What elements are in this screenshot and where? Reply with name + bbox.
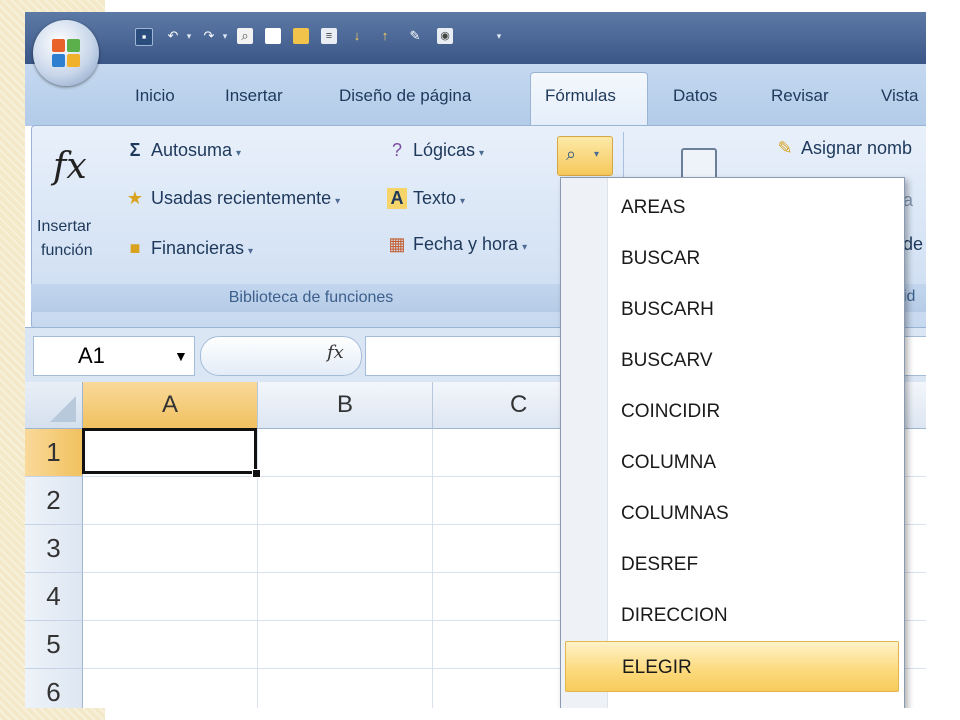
financial-functions-icon: ■ — [129, 238, 141, 258]
name-box[interactable]: A1 ▼ — [33, 336, 195, 376]
menu-item-columna[interactable]: COLUMNA — [607, 437, 904, 488]
chevron-down-icon[interactable]: ▾ — [221, 28, 229, 44]
name-box-value: A1 — [78, 343, 105, 368]
row-header-4[interactable]: 4 — [25, 573, 83, 621]
logical-functions-label: Lógicas — [413, 140, 476, 160]
form-icon[interactable]: ≡ — [321, 28, 337, 44]
insert-function-label-line1: Insertar — [37, 218, 92, 235]
print-preview-icon[interactable]: ⌕ — [237, 28, 253, 44]
row-header-1[interactable]: 1 — [25, 429, 83, 477]
logical-functions-icon: ? — [391, 140, 402, 160]
fx-icon: fx — [53, 146, 87, 187]
camera-icon[interactable]: ◉ — [437, 28, 453, 44]
autosum-label: Autosuma — [151, 140, 233, 160]
row-header-6[interactable]: 6 — [25, 669, 83, 708]
chevron-down-icon: ▾ — [236, 148, 242, 159]
row-header-5[interactable]: 5 — [25, 621, 83, 669]
recent-functions-icon: ★ — [126, 188, 144, 208]
chevron-down-icon: ▾ — [460, 196, 466, 207]
chevron-down-icon[interactable]: ▼ — [174, 337, 188, 375]
redo-icon[interactable]: ↷ — [201, 28, 217, 44]
chevron-down-icon: ▾ — [594, 149, 600, 160]
function-library-group-label: Biblioteca de funciones — [31, 284, 591, 312]
menu-icon-gutter — [561, 178, 608, 708]
menu-item-coincidir[interactable]: COINCIDIR — [607, 386, 904, 437]
open-folder-icon[interactable] — [293, 28, 309, 44]
datetime-functions-icon: ▦ — [388, 234, 406, 254]
lookup-reference-button[interactable]: ⌕ ▾ — [557, 136, 613, 176]
chevron-down-icon: ▾ — [248, 246, 254, 257]
row-header-3[interactable]: 3 — [25, 525, 83, 573]
fill-handle[interactable] — [252, 469, 261, 478]
sort-descending-icon[interactable]: ↑ — [377, 28, 393, 44]
save-icon[interactable]: ▪ — [135, 28, 153, 46]
fx-icon[interactable]: fx — [327, 342, 344, 363]
select-all-button[interactable] — [25, 382, 83, 429]
define-name-label: Asignar nomb — [801, 138, 913, 158]
menu-item-buscar[interactable]: BUSCAR — [607, 233, 904, 284]
slide-margin-right — [926, 0, 960, 720]
menu-item-buscarh[interactable]: BUSCARH — [607, 284, 904, 335]
financial-functions-label: Financieras — [151, 238, 245, 258]
tab-datos[interactable]: Datos — [673, 86, 717, 106]
undo-icon[interactable]: ↶ — [165, 28, 181, 44]
tab-inicio[interactable]: Inicio — [135, 86, 175, 106]
logical-functions-button[interactable]: ? Lógicas ▾ — [387, 140, 484, 161]
financial-functions-button[interactable]: ■ Financieras ▾ — [125, 238, 254, 259]
partial-ribbon-text: de — [903, 234, 924, 254]
lookup-reference-icon: ⌕ — [566, 144, 577, 164]
ribbon-tabs: Inicio Insertar Diseño de página Fórmula… — [25, 64, 926, 129]
menu-item-buscarv[interactable]: BUSCARV — [607, 335, 904, 386]
new-document-icon[interactable] — [265, 28, 281, 44]
menu-item-areas[interactable]: AREAS — [607, 182, 904, 233]
tab-vista[interactable]: Vista — [881, 86, 919, 106]
chevron-down-icon: ▾ — [479, 148, 485, 159]
column-header-c-label: C — [510, 391, 528, 418]
column-header-a[interactable]: A — [83, 382, 258, 429]
datetime-functions-button[interactable]: ▦ Fecha y hora ▾ — [387, 234, 527, 255]
grid-line — [432, 429, 433, 708]
active-cell-a1[interactable] — [82, 428, 257, 474]
spelling-icon[interactable]: ✎ — [407, 28, 423, 44]
insert-function-label-line2: función — [41, 242, 93, 259]
define-name-icon: ✎ — [777, 138, 793, 158]
excel-window: ▪ ↶ ▾ ↷ ▾ ⌕ ≡ ↓ ↑ ✎ ◉ ▾ Inicio Insertar … — [25, 12, 926, 708]
office-button[interactable] — [33, 20, 99, 86]
insert-function-button[interactable]: fx Insertar función — [33, 142, 113, 282]
chevron-down-icon[interactable]: ▾ — [185, 28, 193, 44]
chevron-down-icon: ▾ — [335, 196, 341, 207]
row-header-2[interactable]: 2 — [25, 477, 83, 525]
datetime-functions-label: Fecha y hora — [413, 234, 519, 254]
title-bar: ▪ ↶ ▾ ↷ ▾ ⌕ ≡ ↓ ↑ ✎ ◉ ▾ — [25, 12, 926, 64]
menu-item-desref[interactable]: DESREF — [607, 539, 904, 590]
tab-diseno-pagina[interactable]: Diseño de página — [339, 86, 471, 106]
autosum-button[interactable]: Σ Autosuma ▾ — [125, 140, 241, 161]
recent-functions-label: Usadas recientemente — [151, 188, 332, 208]
recent-functions-button[interactable]: ★ Usadas recientemente ▾ — [125, 188, 340, 209]
tab-revisar[interactable]: Revisar — [771, 86, 829, 106]
menu-item-columnas[interactable]: COLUMNAS — [607, 488, 904, 539]
text-functions-label: Texto — [413, 188, 457, 208]
tab-formulas[interactable]: Fórmulas — [545, 86, 616, 106]
customize-toolbar-icon[interactable]: ▾ — [495, 28, 503, 44]
chevron-down-icon: ▾ — [522, 242, 528, 253]
tab-insertar[interactable]: Insertar — [225, 86, 283, 106]
menu-item-elegir[interactable]: ELEGIR — [565, 641, 899, 692]
text-functions-icon: A — [387, 188, 407, 209]
name-manager-icon[interactable] — [681, 148, 717, 180]
lookup-functions-menu: AREAS BUSCAR BUSCARH BUSCARV COINCIDIR C… — [560, 177, 905, 708]
text-functions-button[interactable]: A Texto ▾ — [387, 188, 465, 209]
sigma-icon: Σ — [129, 140, 141, 160]
menu-item-direccion[interactable]: DIRECCION — [607, 590, 904, 641]
sort-ascending-icon[interactable]: ↓ — [349, 28, 365, 44]
office-logo-icon — [52, 39, 80, 67]
column-header-b[interactable]: B — [258, 382, 433, 429]
define-name-button[interactable]: ✎ Asignar nomb — [775, 138, 912, 159]
